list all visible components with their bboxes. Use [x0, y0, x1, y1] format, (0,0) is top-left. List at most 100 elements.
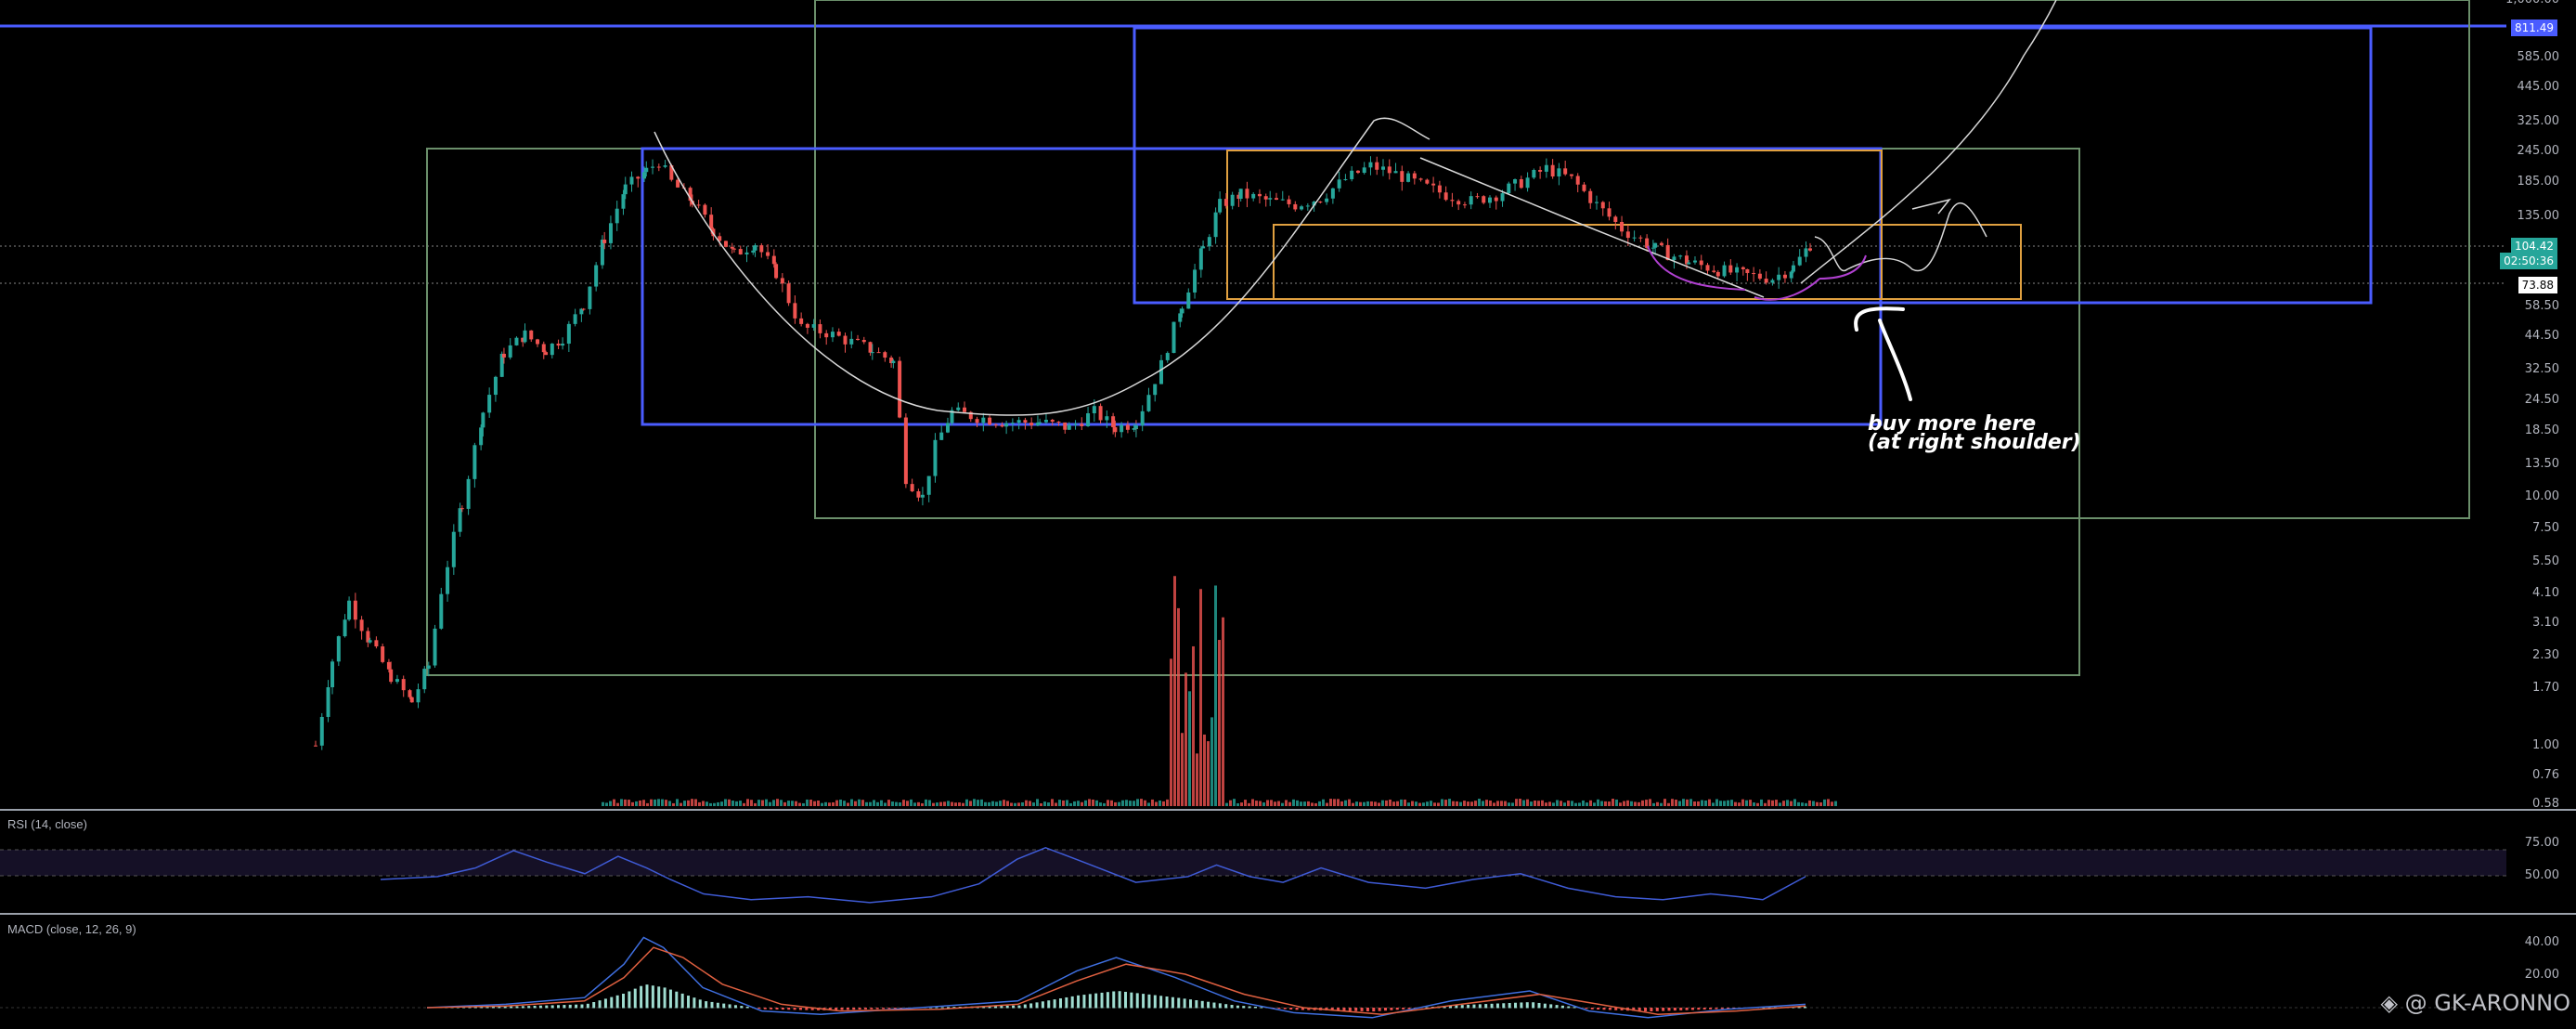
- candle-body: [493, 376, 498, 396]
- macd-histogram-bar: [763, 1008, 767, 1009]
- volume-bar: [1482, 801, 1484, 806]
- volume-bar: [657, 799, 660, 806]
- volume-bar: [1771, 800, 1774, 806]
- volume-bar: [947, 801, 950, 806]
- chart-canvas[interactable]: [0, 0, 2576, 1029]
- candle-body: [1412, 173, 1417, 179]
- candle-body: [1245, 189, 1249, 199]
- rsi-level-50: 50.00: [2524, 868, 2559, 882]
- candle-body: [1213, 212, 1218, 238]
- macd-histogram-bar: [1236, 1005, 1239, 1009]
- candle-body: [738, 249, 743, 254]
- volume-bar: [869, 801, 872, 806]
- candle-body: [636, 176, 641, 179]
- macd-histogram-bar: [568, 1004, 572, 1009]
- macd-histogram-bar: [1142, 994, 1146, 1009]
- candle-body: [1268, 198, 1273, 200]
- macd-histogram-bar: [1354, 1008, 1358, 1011]
- volume-bar: [783, 801, 786, 806]
- macd-histogram-bar: [1662, 1008, 1665, 1011]
- candle-body: [508, 345, 512, 358]
- candle-body: [401, 679, 406, 691]
- candle-body: [416, 689, 421, 703]
- candle-body: [1120, 424, 1124, 433]
- macd-histogram-bar: [1165, 996, 1169, 1009]
- volume-bar: [772, 800, 775, 806]
- candle-body: [1418, 178, 1423, 180]
- candle-body: [479, 427, 484, 446]
- macd-title[interactable]: MACD (close, 12, 26, 9): [7, 922, 136, 936]
- volume-bar: [1337, 799, 1340, 806]
- marker-price-tag: 73.88: [2518, 277, 2557, 293]
- volume-bar: [1233, 799, 1236, 806]
- volume-bar: [928, 800, 931, 806]
- macd-histogram-bar: [840, 1008, 844, 1010]
- macd-histogram-bar: [705, 1001, 708, 1009]
- volume-bar: [1029, 801, 1031, 806]
- candle-body: [1569, 174, 1573, 176]
- volume-bar: [1734, 801, 1737, 806]
- macd-histogram-bar: [1673, 1008, 1676, 1011]
- volume-bar: [1407, 802, 1410, 806]
- candle-body: [446, 567, 450, 594]
- volume-bar: [668, 801, 671, 806]
- candle-body: [1111, 416, 1116, 428]
- volume-bar: [702, 801, 705, 806]
- candle-body: [1659, 242, 1663, 245]
- volume-bar: [646, 802, 649, 806]
- macd-histogram-bar: [1525, 1002, 1529, 1009]
- volume-bar: [891, 801, 894, 806]
- volume-bar: [1177, 607, 1180, 806]
- volume-bar: [1730, 800, 1733, 806]
- candle-body: [774, 264, 779, 279]
- candle-body: [1056, 422, 1061, 423]
- rsi-title[interactable]: RSI (14, close): [7, 817, 87, 831]
- volume-bar: [1344, 800, 1347, 806]
- volume-bar: [1638, 801, 1640, 806]
- volume-bar: [1582, 800, 1585, 806]
- candle-body: [389, 669, 394, 683]
- volume-bar: [1103, 802, 1106, 806]
- volume-bar: [680, 802, 682, 806]
- price-axis-label: 1.00: [2532, 737, 2559, 752]
- volume-bar: [1675, 800, 1677, 806]
- volume-bar: [1719, 801, 1722, 806]
- volume-bar: [977, 800, 979, 806]
- volume-bar: [902, 800, 905, 806]
- volume-bar: [1586, 802, 1588, 806]
- volume-bar: [1452, 801, 1455, 806]
- macd-histogram-bar: [781, 1008, 784, 1010]
- volume-bar: [1214, 585, 1217, 806]
- volume-bar: [1767, 800, 1770, 806]
- macd-histogram-bar: [598, 1000, 602, 1009]
- macd-histogram-bar: [798, 1008, 802, 1010]
- candle-body: [608, 223, 613, 243]
- volume-bar: [1671, 799, 1674, 806]
- candle-body: [472, 445, 477, 479]
- volume-bar: [1608, 801, 1611, 806]
- macd-level-20: 20.00: [2524, 968, 2559, 982]
- volume-bar: [1508, 802, 1510, 806]
- candle-body: [314, 745, 317, 747]
- volume-bar: [1300, 801, 1302, 806]
- volume-bar: [1366, 801, 1369, 806]
- candle-body: [1712, 270, 1716, 272]
- candle-body: [731, 248, 736, 250]
- volume-bar: [1749, 800, 1752, 806]
- price-axis-label: 135.00: [2517, 208, 2560, 223]
- volume-bar: [798, 802, 801, 806]
- volume-bar: [1578, 802, 1581, 806]
- volume-bar: [873, 800, 875, 806]
- candle-body: [1494, 197, 1498, 202]
- candle-body: [422, 669, 427, 690]
- top-line-price-tag: 811.49: [2511, 20, 2557, 36]
- candle-body: [541, 344, 546, 353]
- candle-body: [818, 324, 822, 333]
- volume-bar: [824, 801, 827, 806]
- candle-body: [1797, 256, 1802, 266]
- macd-histogram-bar: [1035, 1002, 1039, 1009]
- macd-histogram-bar: [592, 1002, 596, 1009]
- macd-histogram-bar: [603, 998, 607, 1009]
- candle-body: [1140, 410, 1145, 426]
- volume-bar: [1430, 801, 1432, 806]
